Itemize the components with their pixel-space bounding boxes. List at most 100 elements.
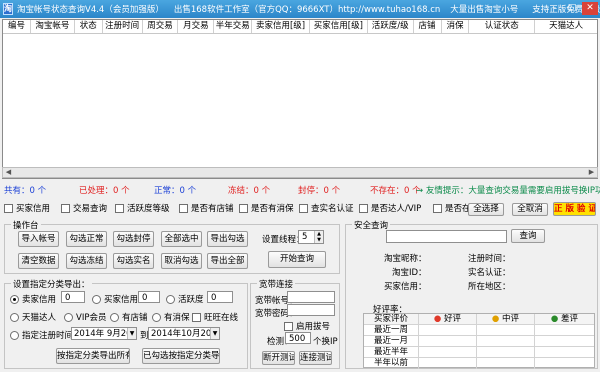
- cancel-checked-button[interactable]: 取消勾选: [161, 253, 202, 269]
- radio[interactable]: [166, 294, 175, 304]
- radio-has-protection[interactable]: 有消保: [152, 311, 190, 323]
- filter-buyer-credit[interactable]: 买家信用: [4, 202, 61, 214]
- date-to-picker[interactable]: 2014年10月20日 ▼: [148, 327, 220, 340]
- col-header[interactable]: 卖家信用[级]: [252, 20, 310, 33]
- threads-stepper[interactable]: 5 ▲ ▼: [298, 230, 324, 244]
- connect-test-button[interactable]: 连接测试: [299, 351, 332, 365]
- security-query-button[interactable]: 查询: [511, 229, 545, 243]
- security-search-input[interactable]: [386, 230, 507, 243]
- checkbox[interactable]: [433, 203, 442, 213]
- checkbox[interactable]: [239, 203, 248, 213]
- radio-has-store[interactable]: 有店铺: [110, 311, 148, 323]
- results-grid[interactable]: 编号 淘宝帐号 状态 注册时间 周交易 月交易 半年交易 卖家信用[级] 买家信…: [2, 19, 598, 179]
- check-frozen-button[interactable]: 勾选冻结: [66, 253, 107, 269]
- rating-header: ● 差评: [550, 314, 579, 324]
- filter-vip[interactable]: 是否达人/VIP: [359, 202, 433, 214]
- check-normal-button[interactable]: 勾选正常: [66, 231, 107, 247]
- checkbox[interactable]: [284, 321, 293, 331]
- tip-text: → 友情提示：大量查询交易量需要启用拔号换IP功能: [416, 186, 600, 196]
- checkbox[interactable]: [61, 203, 70, 213]
- checkbox[interactable]: [299, 203, 308, 213]
- buyer-credit-input[interactable]: 0: [138, 291, 160, 303]
- checkbox[interactable]: [4, 203, 13, 213]
- radio-register-time[interactable]: 指定注册时间: [10, 329, 73, 341]
- normal-count: 正常：0 个: [154, 186, 197, 196]
- col-header[interactable]: 编号: [3, 20, 31, 33]
- export-checked-button[interactable]: 导出勾选: [207, 231, 248, 247]
- grid-header: 编号 淘宝帐号 状态 注册时间 周交易 月交易 半年交易 卖家信用[级] 买家信…: [3, 20, 597, 34]
- export-checked-by-category-button[interactable]: 已勾选按指定分类导出: [142, 348, 220, 364]
- broadband-panel-title: 宽带连接: [257, 278, 296, 290]
- radio-seller-credit[interactable]: 卖家信用: [10, 293, 56, 305]
- genuine-verify-button[interactable]: 正 版 验 证: [553, 202, 596, 216]
- enable-dialup-checkbox[interactable]: 启用拔号: [284, 320, 330, 332]
- filter-has-consumer-protection[interactable]: 是否有消保: [239, 202, 299, 214]
- select-all-button[interactable]: 全选择: [468, 203, 504, 216]
- col-header[interactable]: 淘宝帐号: [31, 20, 75, 33]
- missing-count: 不存在：0 个: [370, 186, 421, 196]
- scroll-left-icon[interactable]: ◀: [3, 168, 14, 177]
- col-header[interactable]: 天猫达人: [535, 20, 597, 33]
- stepper-arrows-icon[interactable]: ▲ ▼: [314, 231, 323, 243]
- radio[interactable]: [92, 294, 101, 304]
- deselect-all-button[interactable]: 全取消: [512, 203, 548, 216]
- col-header[interactable]: 店铺: [414, 20, 442, 33]
- radio-tmall-talent[interactable]: 天猫达人: [10, 311, 56, 323]
- horizontal-scrollbar[interactable]: ◀ ▶: [2, 167, 598, 178]
- checkbox[interactable]: [115, 203, 124, 213]
- radio-buyer-credit[interactable]: 买家信用: [92, 293, 138, 305]
- disconnect-test-button[interactable]: 断开测试: [262, 351, 295, 365]
- minimize-icon[interactable]: –: [546, 2, 562, 15]
- broadband-account-input[interactable]: [287, 291, 335, 303]
- dropdown-arrow-icon[interactable]: ▼: [127, 328, 136, 339]
- col-header[interactable]: 注册时间: [103, 20, 143, 33]
- vendor-info: 出售168软件工作室（官方QQ：9666XT）http://www.tuhao1…: [173, 5, 441, 15]
- rating-period: 最近一月: [364, 336, 419, 347]
- export-all-by-category-button[interactable]: 按指定分类导出所有: [56, 348, 130, 364]
- export-all-button[interactable]: 导出全部: [207, 253, 248, 269]
- broadband-password-input[interactable]: [287, 304, 335, 316]
- radio[interactable]: [110, 312, 119, 322]
- detect-count-input[interactable]: 500: [285, 332, 311, 344]
- clear-data-button[interactable]: 清空数据: [18, 253, 59, 269]
- filter-has-store[interactable]: 是否有店铺: [179, 202, 239, 214]
- col-header[interactable]: 状态: [75, 20, 103, 33]
- activity-input[interactable]: 0: [207, 291, 233, 303]
- col-header[interactable]: 周交易: [143, 20, 179, 33]
- filter-realname[interactable]: 查实名认证: [299, 202, 359, 214]
- filter-activity-level[interactable]: 活跃度等级: [115, 202, 179, 214]
- select-all-rows-button[interactable]: 全部选中: [161, 231, 202, 247]
- scroll-right-icon[interactable]: ▶: [586, 168, 597, 177]
- radio[interactable]: [10, 294, 19, 304]
- radio[interactable]: [10, 312, 19, 322]
- checkbox-wangwang-online[interactable]: 旺旺在线: [192, 311, 238, 323]
- radio[interactable]: [64, 312, 73, 322]
- radio[interactable]: [10, 330, 19, 340]
- close-icon[interactable]: ✕: [582, 2, 598, 15]
- rating-row: 最近一周: [364, 325, 594, 336]
- col-header[interactable]: 买家信用[级]: [310, 20, 368, 33]
- col-header[interactable]: 月交易: [178, 20, 215, 33]
- col-header[interactable]: 消保: [442, 20, 470, 33]
- import-accounts-button[interactable]: 导入帐号: [18, 231, 59, 247]
- dropdown-arrow-icon[interactable]: ▼: [210, 328, 219, 339]
- app-icon: 淘: [3, 3, 13, 15]
- radio-vip[interactable]: VIP会员: [64, 311, 106, 323]
- col-header[interactable]: 半年交易: [214, 20, 253, 33]
- maximize-icon[interactable]: □: [564, 2, 580, 15]
- start-query-button[interactable]: 开始查询: [268, 251, 326, 268]
- radio-activity[interactable]: 活跃度: [166, 293, 204, 305]
- taobao-id-label: 淘宝ID：: [392, 268, 427, 278]
- checkbox[interactable]: [359, 203, 368, 213]
- seller-credit-input[interactable]: 0: [61, 291, 85, 303]
- date-from-picker[interactable]: 2014年 9月20日 ▼: [71, 327, 137, 340]
- checkbox[interactable]: [179, 203, 188, 213]
- neutral-rating-icon: ●: [491, 314, 500, 324]
- filter-trade-query[interactable]: 交易查询: [61, 202, 115, 214]
- check-banned-button[interactable]: 勾选封停: [113, 231, 154, 247]
- col-header[interactable]: 活跃度/级: [368, 20, 414, 33]
- check-realname-button[interactable]: 勾选实名: [113, 253, 154, 269]
- col-header[interactable]: 认证状态: [469, 20, 536, 33]
- checkbox[interactable]: [192, 312, 201, 322]
- radio[interactable]: [152, 312, 161, 322]
